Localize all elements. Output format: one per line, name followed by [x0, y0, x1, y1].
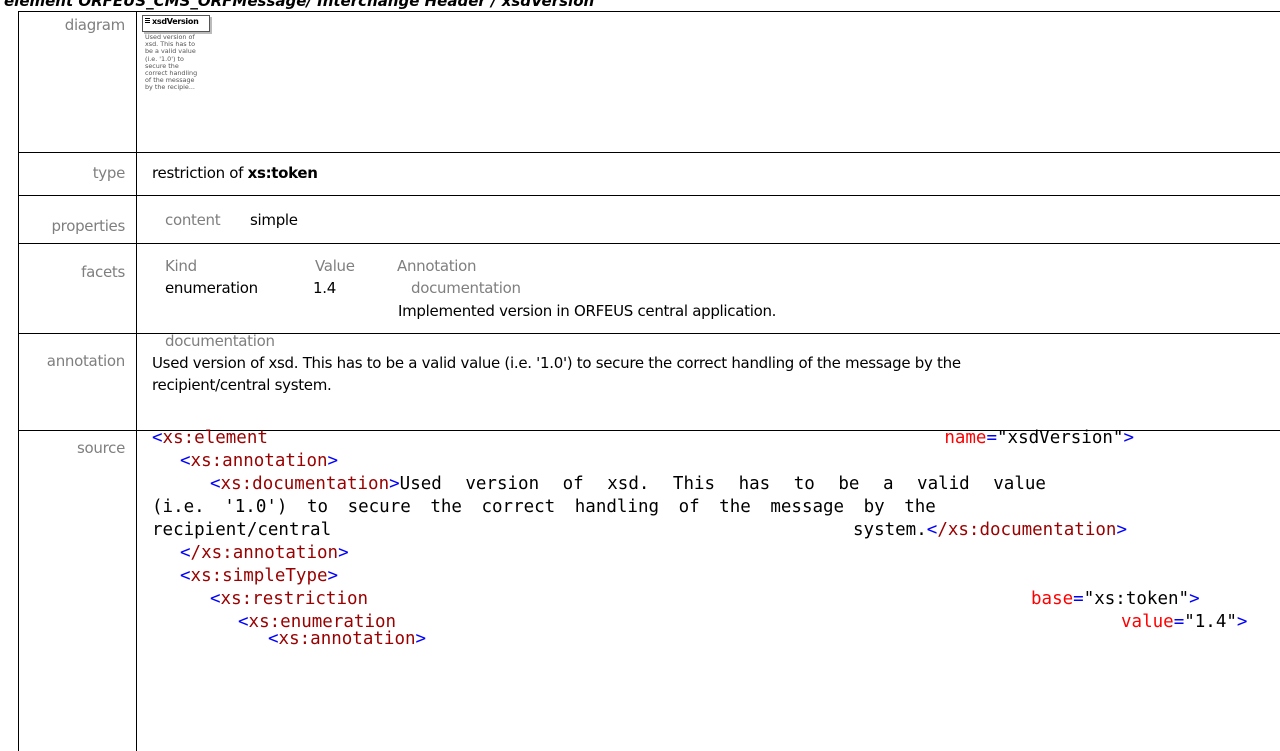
code-line: <xs:simpleType>	[180, 566, 339, 586]
type-prefix: restriction of	[152, 164, 248, 182]
code-line: <xs:restriction	[210, 589, 369, 609]
properties-key: content	[165, 211, 221, 229]
code-attr: base	[1031, 589, 1074, 609]
code-line: </xs:annotation>	[180, 543, 349, 563]
annotation-line-2: recipient/central system.	[152, 376, 332, 394]
facets-header-annotation: Annotation	[397, 257, 477, 275]
element-diagram-box[interactable]: xsdVersion	[142, 15, 210, 32]
facets-annotation-text: Implemented version in ORFEUS central ap…	[398, 302, 777, 320]
element-icon	[145, 18, 150, 24]
facets-header-kind: Kind	[165, 257, 197, 275]
facets-header-value: Value	[315, 257, 355, 275]
code-value: "1.4"	[1184, 612, 1237, 632]
code-value: "xs:token"	[1083, 589, 1190, 609]
code-text: (i.e. '1.0') to secure the correct handl…	[152, 497, 936, 517]
label-type: type	[92, 164, 126, 182]
annotation-label: documentation	[165, 332, 275, 350]
code-tag: /xs:documentation	[937, 520, 1117, 540]
diagram-element-name: xsdVersion	[152, 17, 199, 26]
properties-value: simple	[250, 211, 298, 229]
label-diagram: diagram	[64, 16, 126, 34]
code-attr: value	[1121, 612, 1174, 632]
label-facets: facets	[81, 263, 125, 281]
code-tag: xs:simpleType	[190, 566, 328, 586]
code-line: <xs:annotation>	[268, 629, 427, 649]
facets-kind: enumeration	[165, 279, 258, 297]
facets-annotation-label: documentation	[411, 279, 521, 297]
code-line: base="xs:token">	[1031, 589, 1200, 609]
code-tag: xs:annotation	[278, 629, 416, 649]
code-line: system.</xs:documentation>	[853, 520, 1127, 540]
type-value: restriction of xs:token	[152, 164, 318, 182]
code-line: value="1.4">	[1121, 612, 1248, 632]
code-line: <xs:annotation>	[180, 451, 339, 471]
code-tag: xs:restriction	[220, 589, 369, 609]
annotation-line-1: Used version of xsd. This has to be a va…	[152, 354, 961, 372]
code-tag: xs:annotation	[190, 451, 328, 471]
code-line: <xs:element	[152, 428, 268, 448]
label-annotation: annotation	[46, 352, 126, 370]
type-base-link[interactable]: xs:token	[248, 164, 318, 182]
code-line: (i.e. '1.0') to secure the correct handl…	[152, 496, 936, 519]
code-tag: xs:documentation	[220, 474, 390, 494]
page-title: element ORFEUS_CMS_ORFMessage/ Interchan…	[4, 0, 595, 10]
label-source: source	[76, 439, 125, 457]
label-properties: properties	[51, 217, 125, 235]
code-text: Used version of xsd. This has to be a va…	[399, 474, 1046, 494]
code-value: "xsdVersion"	[997, 428, 1124, 448]
code-text: system.	[853, 520, 927, 540]
code-tag: xs:element	[162, 428, 268, 448]
code-attr: name	[944, 428, 987, 448]
facets-value: 1.4	[313, 279, 336, 297]
code-line: recipient/central	[152, 519, 331, 542]
diagram-documentation: Used version of xsd. This has to be a va…	[145, 33, 215, 92]
diagram-doc-line: by the recipie...	[145, 83, 195, 92]
code-line: <xs:documentation>Used version of xsd. T…	[210, 474, 1046, 494]
code-tag: /xs:annotation	[190, 543, 339, 563]
code-text: recipient/central	[152, 520, 332, 540]
